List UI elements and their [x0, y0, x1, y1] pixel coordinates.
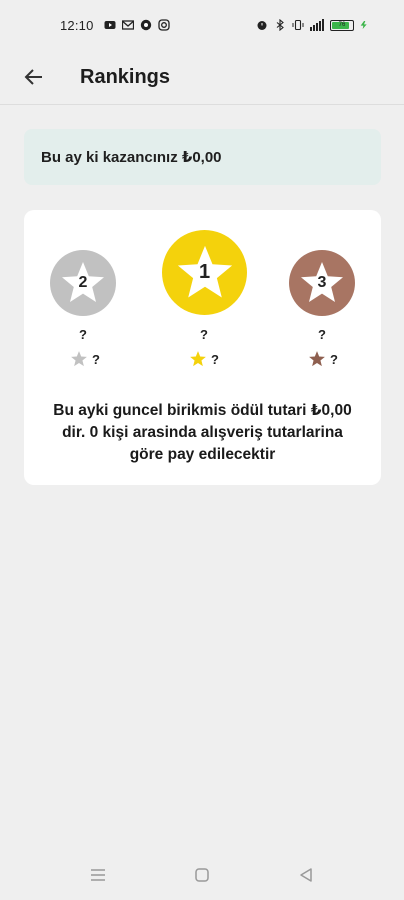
rank-3-name: ?: [318, 327, 326, 342]
signal-icon: [310, 19, 324, 31]
rank-1-score: ?: [189, 350, 219, 368]
rankings-card: 2 ? ? 1 ? ? 3 ? ? Bu ayki guncel birikmi…: [24, 210, 381, 485]
rank-number: 2: [78, 274, 88, 291]
rank-1-name: ?: [200, 327, 208, 342]
bluetooth-icon: [276, 19, 284, 31]
earnings-text: Bu ay ki kazancınız ₺0,00: [41, 149, 222, 166]
reward-info-text: Bu ayki guncel birikmis ödül tutari ₺0,0…: [53, 402, 352, 463]
rank-1-score-value: ?: [211, 351, 219, 367]
home-square-icon: [195, 868, 209, 882]
home-button[interactable]: [190, 863, 214, 887]
medal-rank-2: 2: [50, 250, 116, 316]
system-back-button[interactable]: [294, 863, 318, 887]
battery-level: 76: [338, 22, 346, 28]
star-icon: [309, 351, 325, 367]
app-icon: [140, 19, 151, 31]
rank-3-score-value: ?: [330, 351, 338, 367]
earnings-banner: Bu ay ki kazancınız ₺0,00: [24, 129, 381, 185]
menu-icon: [91, 869, 105, 881]
recents-button[interactable]: [86, 863, 110, 887]
charging-icon: [360, 21, 367, 29]
page-title: Rankings: [80, 65, 171, 88]
alarm-icon: [257, 21, 267, 30]
star-icon: [71, 351, 87, 367]
medal-rank-3: 3: [289, 250, 355, 316]
rank-2-score-value: ?: [92, 351, 100, 367]
back-triangle-icon: [300, 868, 312, 882]
youtube-icon: [104, 21, 116, 29]
status-time: 12:10: [60, 17, 94, 33]
mail-icon: [121, 20, 134, 30]
arrow-left-icon: [24, 69, 42, 85]
rank-2-name: ?: [79, 327, 87, 342]
status-right: 76: [256, 19, 368, 31]
rank-2-score: ?: [70, 350, 100, 368]
rank-number: 1: [198, 261, 211, 283]
rank-3-score: ?: [308, 350, 338, 368]
system-nav-bar: [0, 850, 404, 900]
star-icon: [190, 351, 206, 367]
battery-icon: 76: [330, 19, 354, 31]
rank-number: 3: [317, 274, 327, 291]
vibrate-icon: [292, 19, 304, 31]
back-button[interactable]: [18, 61, 50, 93]
instagram-icon: [157, 19, 170, 31]
medal-rank-1: 1: [162, 230, 247, 315]
status-bar: 12:10 76: [0, 0, 404, 50]
status-left: 12:10: [60, 18, 170, 33]
app-bar: Rankings: [0, 50, 404, 105]
